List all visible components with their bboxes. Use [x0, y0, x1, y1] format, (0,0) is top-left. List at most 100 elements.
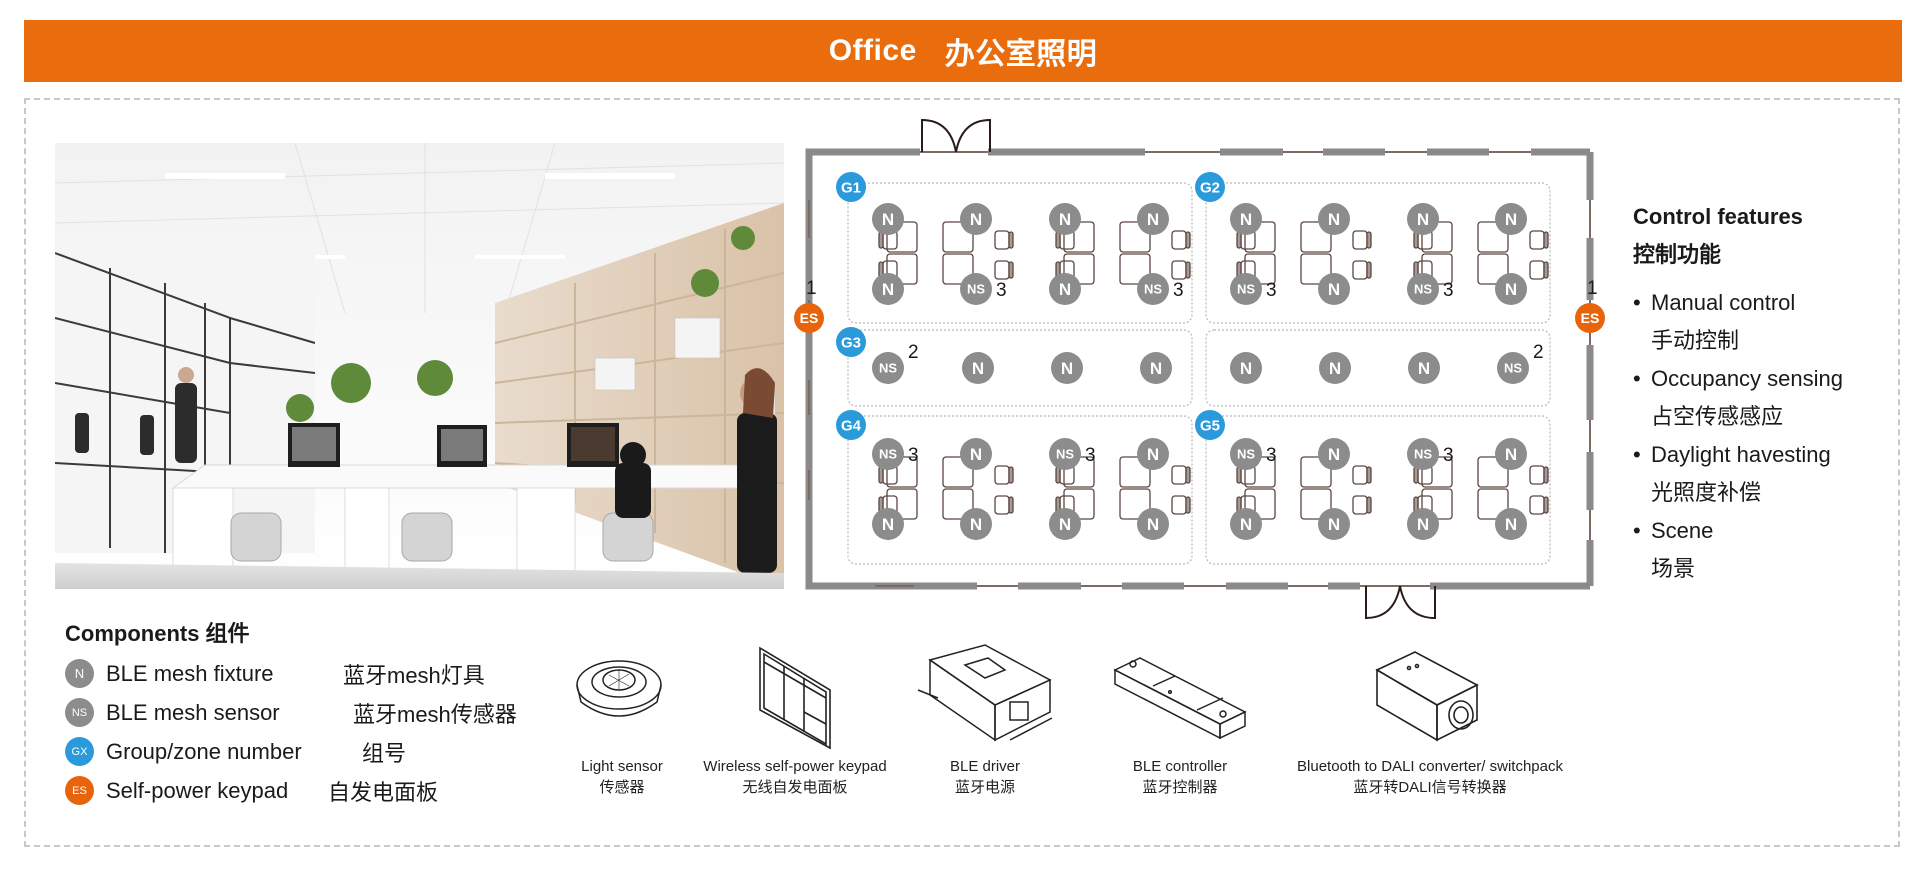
svg-text:G4: G4 — [841, 417, 862, 434]
g5-cluster-1-marker-n-1: N — [1495, 438, 1527, 470]
g2-cluster-0-marker-ns-2: NS — [1230, 273, 1262, 305]
svg-text:NS: NS — [1237, 282, 1255, 297]
svg-text:N: N — [1059, 515, 1071, 534]
g2-desk-cluster-1 — [1413, 221, 1549, 285]
g4-cluster-1-marker-n-1: N — [1137, 438, 1169, 470]
g1-desk-cluster-1 — [1055, 221, 1191, 285]
header-title-en: Office — [828, 34, 917, 67]
g4-cluster-1-marker-ns-0: NS — [1049, 438, 1081, 470]
g4-cluster-1-marker-n-3: N — [1137, 508, 1169, 540]
g4-desk-cluster-1 — [1055, 456, 1191, 520]
svg-text:N: N — [1505, 445, 1517, 464]
svg-text:G2: G2 — [1200, 179, 1220, 196]
svg-text:G1: G1 — [841, 179, 861, 196]
svg-text:NS: NS — [1056, 447, 1074, 462]
ble-controller-icon — [1113, 657, 1247, 740]
zone-g2 — [1205, 182, 1551, 324]
svg-text:N: N — [972, 359, 984, 378]
office-photo — [55, 143, 784, 589]
window-walls — [805, 148, 1594, 590]
svg-text:N: N — [1328, 210, 1340, 229]
header-title-zh: 办公室照明 — [944, 38, 1098, 71]
legend-item-fixture: N BLE mesh fixture 蓝牙mesh灯具 — [65, 654, 545, 693]
g3-left-marker-n-2: N — [1051, 352, 1083, 384]
g4-cluster-0-marker-n-2: N — [872, 508, 904, 540]
g2-cluster-0-marker-n-3: N — [1318, 273, 1350, 305]
svg-text:N: N — [1505, 210, 1517, 229]
product-keypad: Wireless self-power keypad 无线自发电面板 — [690, 640, 900, 798]
control-features-title: Control features — [1633, 204, 1803, 229]
g2-cluster-1-marker-n-0: N — [1407, 203, 1439, 235]
legend-item-sensor: NS BLE mesh sensor 蓝牙mesh传感器 — [65, 693, 545, 732]
g1-cluster-1-marker-ns-3: NS — [1137, 273, 1169, 305]
g4-cluster-0-sensor-count: 3 — [908, 445, 919, 466]
keypad-count-left: 1 — [806, 278, 817, 299]
svg-text:N: N — [1418, 359, 1430, 378]
g1-cluster-0-marker-ns-3: NS — [960, 273, 992, 305]
svg-text:N: N — [1505, 280, 1517, 299]
g2-cluster-0-sensor-count: 3 — [1266, 280, 1277, 301]
g3-right-marker-n-1: N — [1319, 352, 1351, 384]
svg-text:N: N — [1059, 280, 1071, 299]
product-dali-converter: Bluetooth to DALI converter/ switchpack 蓝… — [1270, 640, 1590, 798]
svg-text:N: N — [970, 445, 982, 464]
group-badge-g5: G5 — [1195, 410, 1225, 440]
svg-text:N: N — [882, 280, 894, 299]
svg-text:N: N — [1417, 515, 1429, 534]
g5-cluster-1-marker-n-2: N — [1407, 508, 1439, 540]
g5-desk-cluster-0 — [1236, 456, 1372, 520]
legend-item-keypad: ES Self-power keypad 自发电面板 — [65, 771, 545, 810]
page-header: Office 办公室照明 — [24, 20, 1902, 82]
door-top — [921, 118, 991, 153]
svg-text:N: N — [1505, 515, 1517, 534]
product-ble-driver: BLE driver 蓝牙电源 — [910, 640, 1060, 798]
g2-cluster-0-marker-n-0: N — [1230, 203, 1262, 235]
svg-text:N: N — [1240, 515, 1252, 534]
g5-cluster-0-marker-n-1: N — [1318, 438, 1350, 470]
g1-desk-cluster-0 — [878, 221, 1014, 285]
ble-driver-icon — [917, 644, 1053, 742]
svg-text:N: N — [1240, 210, 1252, 229]
svg-text:N: N — [1061, 359, 1073, 378]
svg-text:NS: NS — [1504, 361, 1522, 376]
svg-text:N: N — [882, 515, 894, 534]
svg-text:NS: NS — [879, 447, 897, 462]
sensor-badge-icon: NS — [65, 698, 94, 727]
svg-text:N: N — [1328, 515, 1340, 534]
g5-desk-cluster-1 — [1413, 456, 1549, 520]
svg-text:ES: ES — [1581, 310, 1600, 326]
light-sensor-icon — [576, 660, 662, 717]
svg-text:N: N — [882, 210, 894, 229]
g1-cluster-0-sensor-count: 3 — [996, 280, 1007, 301]
keypad-count-right: 1 — [1587, 278, 1598, 299]
svg-text:N: N — [1150, 359, 1162, 378]
g5-cluster-1-marker-n-3: N — [1495, 508, 1527, 540]
g2-cluster-1-marker-n-1: N — [1495, 203, 1527, 235]
g3-right-marker-n-0: N — [1230, 352, 1262, 384]
fixture-badge-icon: N — [65, 659, 94, 688]
g2-cluster-1-marker-n-3: N — [1495, 273, 1527, 305]
svg-text:NS: NS — [879, 361, 897, 376]
g2-cluster-1-marker-ns-2: NS — [1407, 273, 1439, 305]
g1-cluster-1-marker-n-2: N — [1049, 273, 1081, 305]
svg-text:G5: G5 — [1200, 417, 1220, 434]
svg-text:N: N — [1147, 445, 1159, 464]
group-badge-g2: G2 — [1195, 172, 1225, 202]
zone-g1 — [847, 182, 1193, 324]
group-badge-g3: G3 — [836, 327, 866, 357]
keypad-badge-icon: ES — [65, 776, 94, 805]
group-badge-g4: G4 — [836, 410, 866, 440]
svg-text:NS: NS — [1414, 447, 1432, 462]
product-ble-controller: BLE controller 蓝牙控制器 — [1105, 640, 1255, 798]
group-badge-icon: GX — [65, 737, 94, 766]
svg-text:N: N — [1240, 359, 1252, 378]
svg-text:N: N — [1328, 280, 1340, 299]
control-features-title-zh: 控制功能 — [1633, 242, 1722, 267]
group-badge-g1: G1 — [836, 172, 866, 202]
g3-right-sensor-count: 2 — [1533, 342, 1544, 363]
g2-desk-cluster-0 — [1236, 221, 1372, 285]
g3-right-marker-n-2: N — [1408, 352, 1440, 384]
g2-cluster-1-sensor-count: 3 — [1443, 280, 1454, 301]
g5-cluster-0-sensor-count: 3 — [1266, 445, 1277, 466]
svg-text:N: N — [1329, 359, 1341, 378]
